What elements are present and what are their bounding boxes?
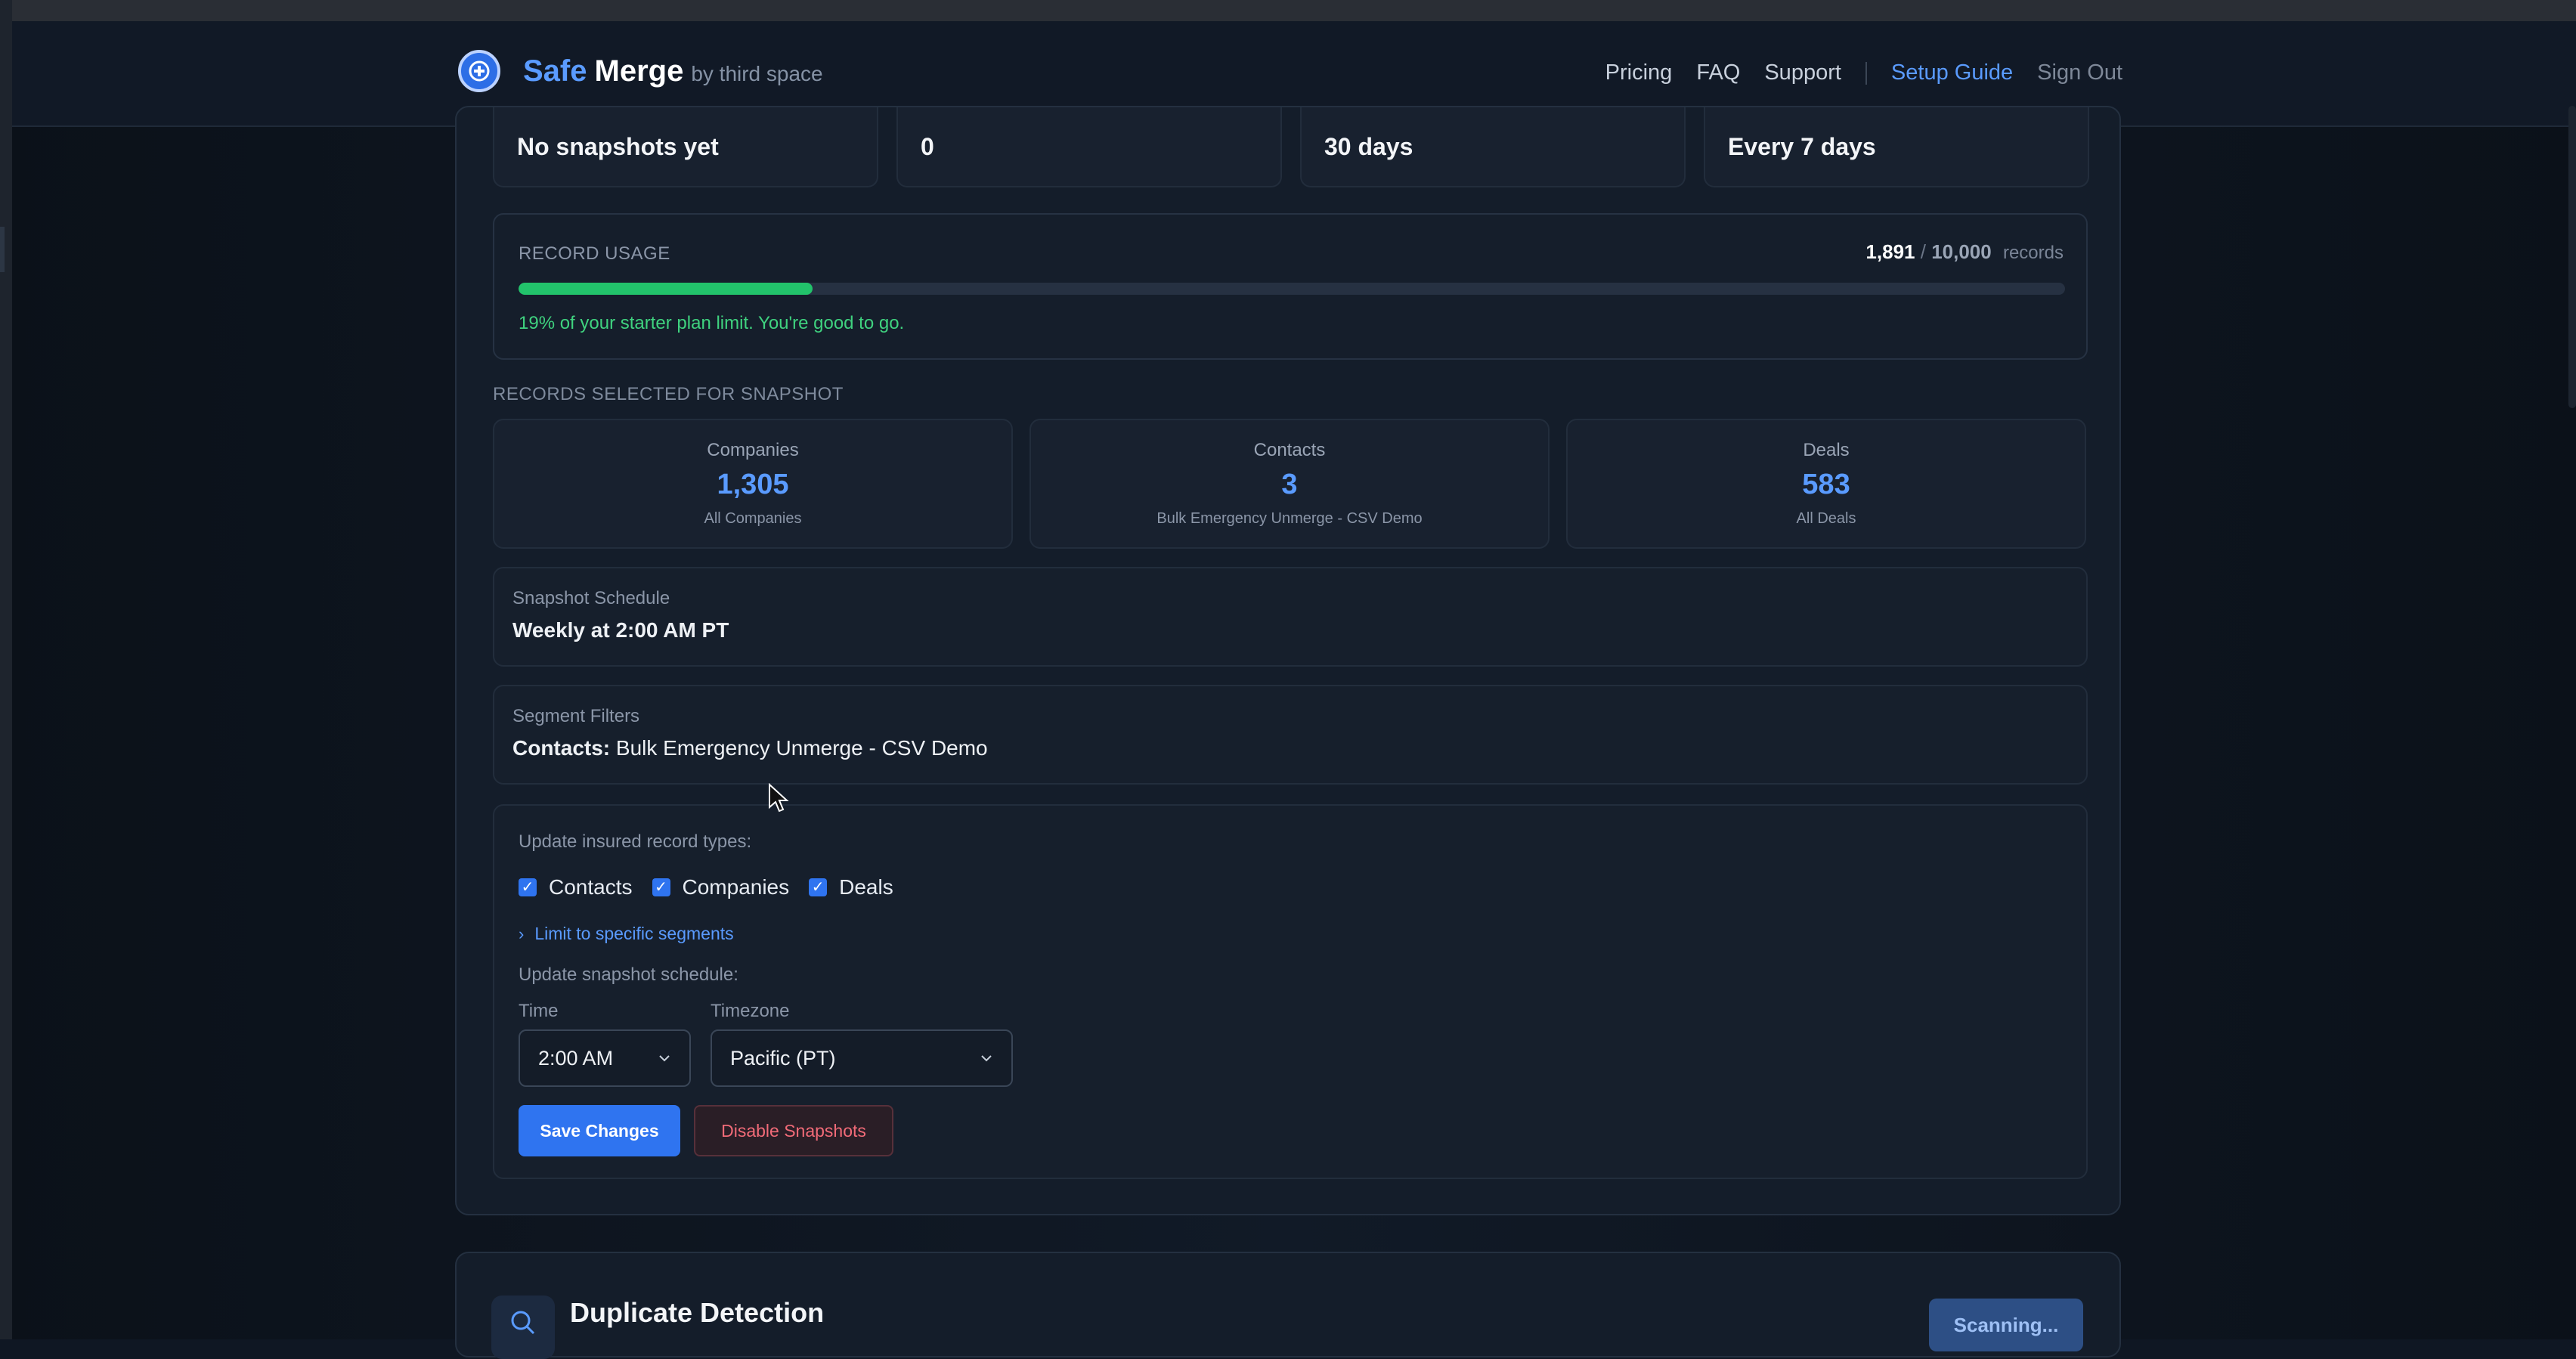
limit-link-label: Limit to specific segments xyxy=(534,924,734,943)
checkbox-companies[interactable]: ✓ Companies xyxy=(652,875,790,899)
save-changes-button[interactable]: Save Changes xyxy=(519,1105,680,1156)
types-label: Update insured record types: xyxy=(519,831,752,852)
selected-label: RECORDS SELECTED FOR SNAPSHOT xyxy=(493,384,844,404)
stat-last-snapshot: No snapshots yet xyxy=(493,107,878,187)
record-type-checkboxes: ✓ Contacts ✓ Companies ✓ Deals xyxy=(519,875,913,899)
segments-text: Bulk Emergency Unmerge - CSV Demo xyxy=(615,736,988,760)
checkbox-deals[interactable]: ✓ Deals xyxy=(809,875,893,899)
checkmark-icon: ✓ xyxy=(809,878,828,896)
duplicate-detection-title: Duplicate Detection xyxy=(570,1297,825,1328)
card-title: Contacts xyxy=(1253,440,1326,460)
stat-frequency: Every 7 days xyxy=(1704,107,2089,187)
brand-safe: Safe xyxy=(523,54,587,88)
timezone-select-value: Pacific (PT) xyxy=(730,1046,836,1070)
checkmark-icon: ✓ xyxy=(652,878,670,896)
stat-retention: 30 days xyxy=(1300,107,1686,187)
brand-by: by third space xyxy=(691,62,823,85)
nav-sign-out[interactable]: Sign Out xyxy=(2037,60,2122,85)
limit-segments-link[interactable]: › Limit to specific segments xyxy=(519,924,734,944)
browser-top-strip xyxy=(0,0,2576,21)
nav-setup-guide[interactable]: Setup Guide xyxy=(1891,60,2013,85)
chevron-down-icon xyxy=(659,1055,670,1062)
checkmark-icon: ✓ xyxy=(519,878,537,896)
window-left-edge xyxy=(0,0,12,1339)
usage-unit: records xyxy=(2002,243,2064,263)
checkbox-label: Contacts xyxy=(549,875,633,899)
segments-value: Contacts: Bulk Emergency Unmerge - CSV D… xyxy=(512,736,2068,760)
usage-note: 19% of your starter plan limit. You're g… xyxy=(519,313,905,333)
usage-limit: 10,000 xyxy=(1931,240,1992,263)
card-title: Deals xyxy=(1803,440,1850,460)
timezone-select[interactable]: Pacific (PT) xyxy=(711,1029,1013,1087)
checkbox-label: Deals xyxy=(839,875,893,899)
scanning-button[interactable]: Scanning... xyxy=(1929,1299,2083,1351)
nav-divider xyxy=(1865,61,1867,85)
stat-row: No snapshots yet 0 30 days Every 7 days xyxy=(493,107,2089,187)
snapshot-panel: No snapshots yet 0 30 days Every 7 days … xyxy=(455,106,2121,1215)
card-title: Companies xyxy=(707,440,799,460)
search-icon xyxy=(491,1296,555,1359)
card-sub: All Deals xyxy=(1796,510,1856,527)
brand-merge: Merge xyxy=(594,54,684,88)
time-select-value: 2:00 AM xyxy=(538,1046,614,1070)
chevron-down-icon xyxy=(981,1055,992,1062)
usage-slash: / xyxy=(1920,240,1926,263)
edit-settings-box: Update insured record types: ✓ Contacts … xyxy=(493,804,2088,1179)
selected-cards: Companies 1,305 All Companies Contacts 3… xyxy=(493,419,2086,549)
time-label: Time xyxy=(519,1001,559,1021)
schedule-update-label: Update snapshot schedule: xyxy=(519,964,738,985)
checkbox-label: Companies xyxy=(682,875,790,899)
schedule-label: Snapshot Schedule xyxy=(512,588,670,608)
shield-plus-icon xyxy=(458,50,500,92)
selected-card-deals: Deals 583 All Deals xyxy=(1566,419,2086,549)
brand-logo[interactable]: Safe Merge by third space xyxy=(458,50,823,92)
card-count: 3 xyxy=(1281,469,1298,500)
timezone-label: Timezone xyxy=(711,1001,790,1021)
card-sub: Bulk Emergency Unmerge - CSV Demo xyxy=(1156,510,1423,527)
usage-count: 1,891 / 10,000 records xyxy=(1865,240,2064,264)
scrollbar[interactable] xyxy=(2568,106,2576,408)
card-count: 583 xyxy=(1802,469,1850,500)
stat-snapshot-count: 0 xyxy=(896,107,1282,187)
checkbox-contacts[interactable]: ✓ Contacts xyxy=(519,875,633,899)
schedule-value: Weekly at 2:00 AM PT xyxy=(512,618,729,642)
time-select[interactable]: 2:00 AM xyxy=(519,1029,691,1087)
mouse-cursor-icon xyxy=(769,783,789,813)
snapshot-schedule-box: Snapshot Schedule Weekly at 2:00 AM PT xyxy=(493,567,2088,667)
segment-filters-box: Segment Filters Contacts: Bulk Emergency… xyxy=(493,685,2088,785)
usage-progress-fill xyxy=(519,283,813,295)
segments-label: Segment Filters xyxy=(512,706,640,726)
record-usage-card: RECORD USAGE 1,891 / 10,000 records 19% … xyxy=(493,213,2088,360)
usage-progress-bar xyxy=(519,283,2065,295)
main-nav: Pricing FAQ Support Setup Guide Sign Out xyxy=(1605,60,2122,85)
nav-faq[interactable]: FAQ xyxy=(1696,60,1740,85)
chevron-right-icon: › xyxy=(519,924,525,943)
selected-card-companies: Companies 1,305 All Companies xyxy=(493,419,1013,549)
segments-key: Contacts: xyxy=(512,736,611,760)
card-sub: All Companies xyxy=(704,510,802,527)
disable-snapshots-button[interactable]: Disable Snapshots xyxy=(694,1105,893,1156)
card-count: 1,305 xyxy=(717,469,789,500)
nav-pricing[interactable]: Pricing xyxy=(1605,60,1673,85)
usage-label: RECORD USAGE xyxy=(519,243,670,264)
nav-support[interactable]: Support xyxy=(1764,60,1841,85)
selected-card-contacts: Contacts 3 Bulk Emergency Unmerge - CSV … xyxy=(1029,419,1550,549)
duplicate-detection-panel: Duplicate Detection Scanning... xyxy=(455,1252,2121,1359)
usage-used: 1,891 xyxy=(1865,240,1915,263)
